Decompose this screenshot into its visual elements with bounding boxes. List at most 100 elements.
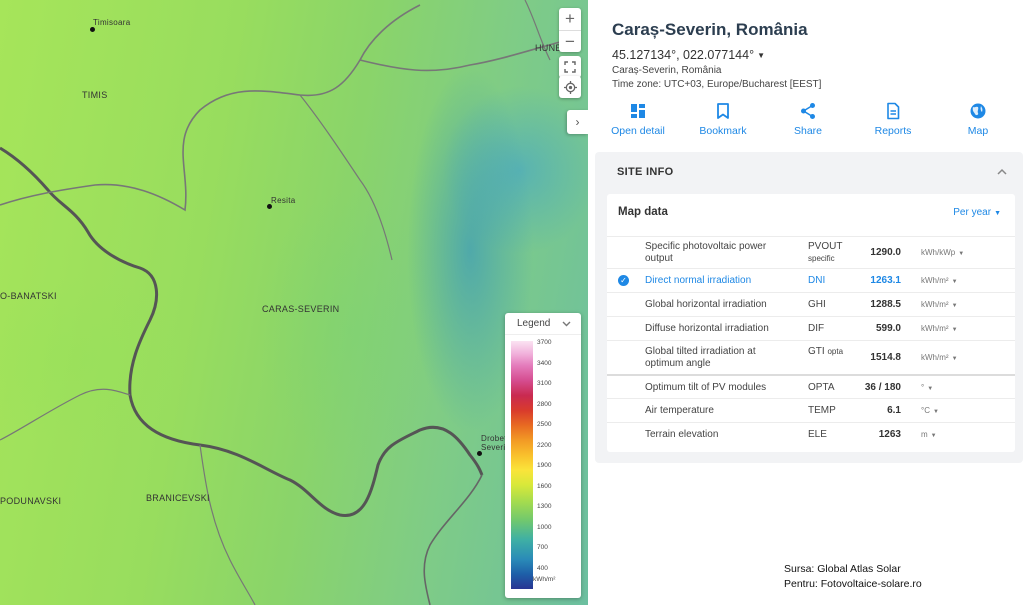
reports-button[interactable]: Reports [855, 102, 931, 137]
legend-tick: 3400 [537, 359, 552, 367]
row-name: Diffuse horizontal irradiation [645, 323, 769, 334]
chevron-down-icon [562, 321, 571, 326]
region-text: Caraș-Severin, România [612, 65, 722, 76]
legend-title: Legend [517, 318, 551, 329]
chevron-right-icon: › [575, 115, 580, 129]
unit-selector[interactable]: kWh/m² ▼ [921, 324, 958, 333]
table-row[interactable]: Terrain elevation ELE 1263 m ▼ [607, 422, 1015, 446]
row-unit: kWh/kWp [921, 248, 956, 257]
legend-tick: 1000 [537, 523, 552, 531]
period-selector[interactable]: Per year ▼ [953, 207, 1001, 218]
row-abbr-code: DIF [808, 323, 825, 334]
unit-selector[interactable]: kWh/kWp ▼ [921, 248, 964, 257]
row-unit: ° [921, 383, 925, 392]
open-detail-button[interactable]: Open detail [600, 102, 676, 137]
document-icon [887, 102, 900, 120]
unit-selector[interactable]: ° ▼ [921, 383, 933, 392]
unit-selector[interactable]: kWh/m² ▼ [921, 353, 958, 362]
table-row[interactable]: Optimum tilt of PV modules OPTA 36 / 180 ° ▼ [607, 374, 1015, 398]
bookmark-button[interactable]: Bookmark [685, 102, 761, 137]
legend-tick: 1900 [537, 462, 552, 469]
site-info-heading: SITE INFO [617, 166, 674, 178]
legend-color-bar [511, 341, 533, 589]
row-unit: kWh/m² [921, 300, 949, 309]
place-drobeta: Drobet [481, 434, 507, 443]
globe-icon [970, 103, 986, 119]
row-abbr-code: ELE [808, 429, 827, 440]
row-abbr-code: TEMP [808, 405, 836, 416]
zoom-in-button[interactable]: + [559, 8, 581, 30]
caret-down-icon: ▼ [930, 433, 937, 439]
locate-button[interactable] [559, 76, 581, 98]
caret-down-icon: ▼ [951, 279, 958, 285]
legend-header[interactable]: Legend [505, 313, 581, 335]
row-name: Direct normal irradiation [645, 275, 752, 286]
place-resita: Resita [271, 196, 296, 205]
chevron-up-icon [997, 168, 1007, 175]
row-name: Air temperature [645, 405, 714, 416]
fullscreen-button[interactable] [559, 56, 581, 78]
row-unit: kWh/m² [921, 324, 949, 333]
site-panel: Caraș-Severin, România 45.127134°, 022.0… [588, 0, 1024, 605]
row-unit: kWh/m² [921, 276, 949, 285]
row-abbr-code: DNI [808, 275, 826, 286]
caret-down-icon: ▼ [994, 210, 1001, 217]
caret-down-icon: ▼ [757, 51, 765, 61]
caret-down-icon: ▼ [951, 356, 958, 362]
bookmark-icon [717, 103, 729, 119]
map-button[interactable]: Map [940, 102, 1016, 137]
unit-selector[interactable]: m ▼ [921, 430, 937, 439]
legend-tick: 2200 [537, 441, 552, 449]
grid-icon [631, 104, 645, 118]
source-credit: Sursa: Global Atlas Solar [784, 563, 901, 575]
open-detail-label: Open detail [611, 125, 665, 137]
zoom-out-button[interactable]: − [559, 30, 581, 52]
action-bar: Open detail Bookmark Share Reports Map [600, 102, 1016, 137]
legend-tick: 2500 [537, 421, 552, 428]
row-value: 599.0 [875, 323, 901, 334]
place-timisoara: Timisoara [93, 18, 131, 27]
expand-panel-button[interactable]: › [567, 110, 588, 134]
place-podunavski: PODUNAVSKI [0, 496, 62, 506]
row-unit: m [921, 430, 928, 439]
legend-tick: 3700 [537, 339, 552, 346]
legend-tick: 1600 [537, 482, 552, 490]
unit-selector[interactable]: kWh/m² ▼ [921, 276, 958, 285]
crosshair-icon [563, 80, 577, 94]
period-label: Per year [953, 207, 992, 218]
row-value: 1288.5 [870, 299, 901, 310]
table-row[interactable]: Diffuse horizontal irradiation DIF 599.0 kW… [607, 316, 1015, 340]
share-button[interactable]: Share [770, 102, 846, 137]
row-abbr-sub: opta [827, 347, 844, 356]
row-name: Terrain elevation [645, 429, 719, 440]
caret-down-icon: ▼ [951, 327, 958, 333]
caret-down-icon: ▼ [927, 386, 934, 392]
data-rows: Specific photovoltaic power output PVOUT s… [607, 236, 1015, 446]
row-value: 1514.8 [870, 352, 901, 363]
collapse-button[interactable] [997, 164, 1007, 178]
place-branicevski: BRANICEVSKI [146, 493, 210, 503]
coordinates-selector[interactable]: 45.127134°, 022.077144° ▼ [612, 48, 765, 62]
unit-selector[interactable]: °C ▼ [921, 406, 939, 415]
unit-selector[interactable]: kWh/m² ▼ [921, 300, 958, 309]
table-row[interactable]: ✓ Direct normal irradiation DNI 1263.1 kWh/m… [607, 268, 1015, 292]
table-row[interactable]: Air temperature TEMP 6.1 °C ▼ [607, 398, 1015, 422]
row-abbr-code: OPTA [808, 382, 835, 393]
place-banatski: O-BANATSKI [0, 291, 57, 301]
solar-map[interactable]: Timisoara TIMIS HUNE Resita O-BANATSKI C… [0, 0, 588, 605]
table-row[interactable]: Global horizontal irradiation GHI 1288.5 kW… [607, 292, 1015, 316]
row-abbr-code: PVOUT [808, 241, 843, 252]
map-data-table: Map data Per year ▼ Specific photovoltaic… [607, 194, 1015, 452]
row-value: 1263 [878, 429, 901, 440]
map-data-title: Map data [618, 206, 668, 218]
page-title: Caraș-Severin, România [612, 20, 808, 39]
table-row[interactable]: Global tilted irradiation at optimum ang… [607, 340, 1015, 374]
timezone-text: Time zone: UTC+03, Europe/Bucharest [EES… [612, 79, 822, 90]
caret-down-icon: ▼ [958, 251, 965, 257]
site-info-card: SITE INFO Map data Per year ▼ Specific ph… [595, 152, 1023, 463]
row-abbr-code: GHI [808, 299, 826, 310]
row-value: 6.1 [887, 405, 901, 416]
table-row[interactable]: Specific photovoltaic power output PVOUT s… [607, 236, 1015, 268]
row-abbr: GTI opta [808, 346, 843, 358]
legend-unit: kWh/m² [533, 576, 556, 583]
